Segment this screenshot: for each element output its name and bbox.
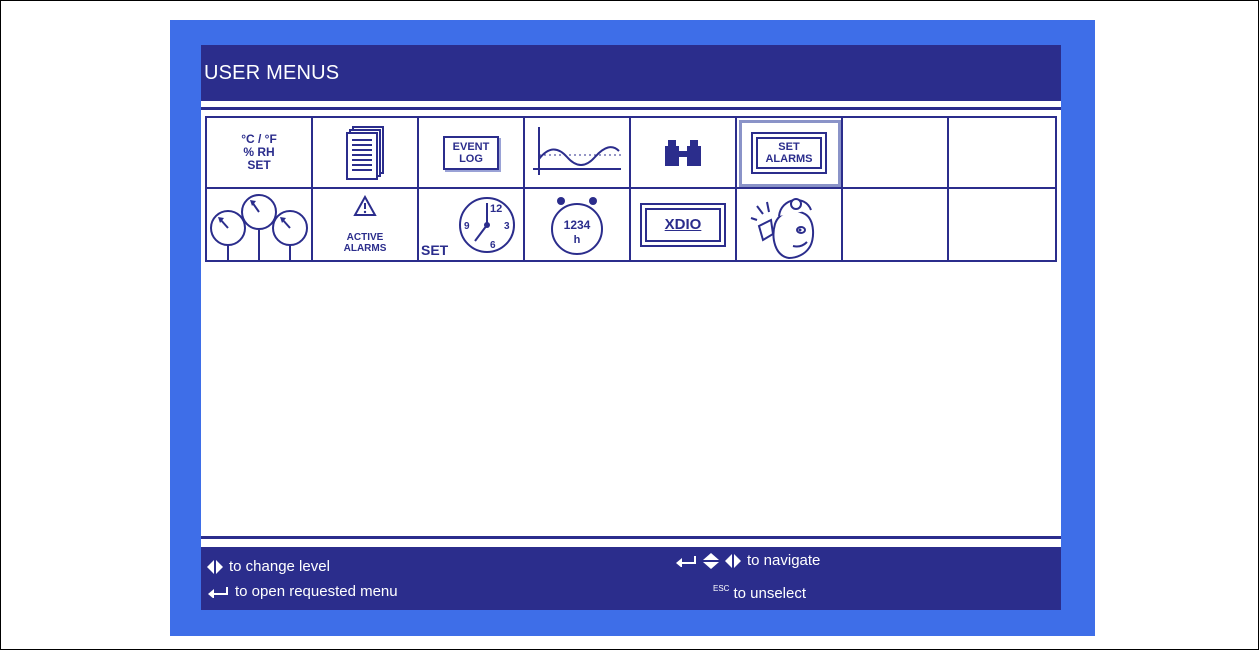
esc-key-icon: ESC xyxy=(713,584,730,593)
active-alarms-label: ACTIVE ALARMS xyxy=(343,232,387,254)
help-unselect-text: to unselect xyxy=(733,585,806,602)
binoculars-icon xyxy=(665,139,701,166)
enter-arrow-icon xyxy=(208,586,228,598)
menu-item-service-contacts[interactable] xyxy=(737,189,843,260)
menu-item-setpoints[interactable]: °C / °F % RH SET xyxy=(207,118,313,189)
line-graph-icon xyxy=(533,126,621,175)
menu-item-empty-4[interactable] xyxy=(949,189,1055,260)
hour-counter-unit: h xyxy=(574,234,581,246)
clock-number-3: 3 xyxy=(504,221,510,232)
menu-grid: °C / °F % RH SET EVENT LOG SET ALARMS AC… xyxy=(205,116,1057,262)
set-clock-label: SET xyxy=(421,242,449,258)
gauges-icon xyxy=(210,193,308,260)
menu-item-data-log[interactable] xyxy=(313,118,419,189)
event-log-label: EVENT LOG xyxy=(442,135,500,170)
page-title: USER MENUS xyxy=(204,62,340,84)
help-navigate-text: to navigate xyxy=(747,552,821,569)
footer-divider xyxy=(201,536,1061,539)
set-alarms-label: SET ALARMS xyxy=(751,131,827,174)
menu-item-event-log[interactable]: EVENT LOG xyxy=(419,118,525,189)
clock-number-6: 6 xyxy=(490,240,496,251)
enter-arrow-icon xyxy=(676,555,696,567)
up-down-arrows-icon xyxy=(703,552,719,569)
setpoints-label: °C / °F % RH SET xyxy=(241,132,277,172)
hour-counter-icon: 1234 h xyxy=(551,196,603,255)
clock-number-12: 12 xyxy=(490,203,502,215)
title-divider xyxy=(201,107,1061,110)
service-person-icon xyxy=(750,197,815,259)
menu-item-sensors[interactable] xyxy=(207,189,313,260)
menu-item-empty-2[interactable] xyxy=(949,118,1055,189)
menu-item-empty-3[interactable] xyxy=(843,189,949,260)
xdio-icon: XDIO xyxy=(640,202,726,247)
help-open-menu: to open requested menu xyxy=(207,583,398,600)
display-screen: USER MENUS °C / °F % RH SET EVENT LOG SE… xyxy=(201,45,1061,610)
help-unselect: ESC to unselect xyxy=(713,584,806,602)
clock-number-9: 9 xyxy=(464,221,470,232)
help-open-menu-text: to open requested menu xyxy=(235,583,398,600)
footer-help-bar: to change level to open requested menu t xyxy=(201,547,1061,610)
menu-item-view[interactable] xyxy=(631,118,737,189)
document-stack-icon xyxy=(346,125,384,180)
left-right-arrows-icon xyxy=(207,559,223,574)
help-change-level-text: to change level xyxy=(229,558,330,575)
xdio-label: XDIO xyxy=(664,216,702,233)
help-change-level: to change level xyxy=(207,558,330,575)
menu-item-graphs[interactable] xyxy=(525,118,631,189)
help-navigate: to navigate xyxy=(675,552,820,569)
menu-item-run-hours[interactable]: 1234 h xyxy=(525,189,631,260)
title-bar: USER MENUS xyxy=(201,45,1061,101)
menu-item-empty-1[interactable] xyxy=(843,118,949,189)
menu-item-active-alarms[interactable]: ACTIVE ALARMS xyxy=(313,189,419,260)
menu-item-set-alarms[interactable]: SET ALARMS xyxy=(737,118,843,189)
hour-counter-value: 1234 xyxy=(564,218,591,232)
clock-icon: 12 3 6 9 xyxy=(459,197,515,253)
left-right-arrows-icon xyxy=(725,553,741,568)
menu-item-xdio[interactable]: XDIO xyxy=(631,189,737,260)
warning-triangle-icon xyxy=(353,195,377,216)
menu-item-set-clock[interactable]: SET 12 3 6 9 xyxy=(419,189,525,260)
